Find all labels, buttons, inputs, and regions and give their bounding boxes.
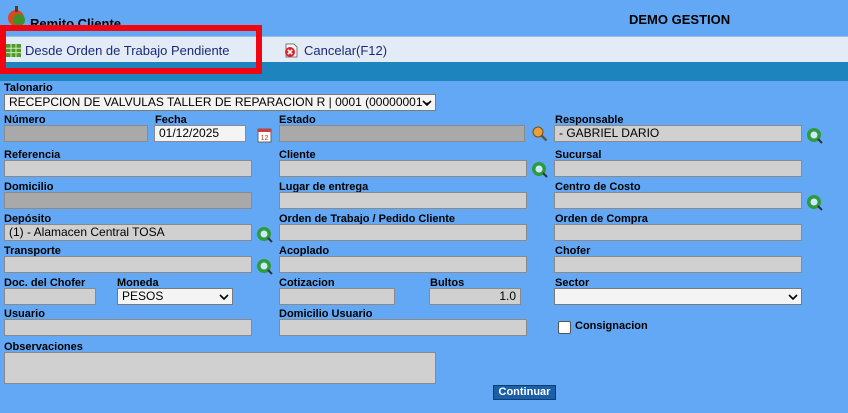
lugar-entrega-field[interactable] (279, 192, 527, 209)
app-title: Remito Cliente (30, 16, 122, 31)
sucursal-field[interactable] (554, 160, 802, 177)
chofer-field[interactable] (554, 256, 802, 273)
domicilio-usuario-field[interactable] (279, 319, 527, 336)
grid-icon (6, 43, 21, 57)
app-logo-icon (8, 6, 25, 26)
estado-field (279, 125, 525, 142)
deposito-lookup-icon[interactable] (256, 225, 274, 243)
orden-compra-field[interactable] (554, 224, 802, 241)
cancel-button[interactable]: Cancelar(F12) (283, 41, 387, 59)
sector-select[interactable] (554, 288, 802, 305)
status-search-icon[interactable] (531, 125, 549, 143)
moneda-select[interactable]: PESOS (117, 288, 233, 305)
deposito-field[interactable]: (1) - Alamacen Central TOSA (4, 224, 252, 241)
from-pending-work-order-button[interactable]: Desde Orden de Trabajo Pendiente (6, 41, 230, 59)
consignacion-checkbox[interactable] (558, 321, 571, 334)
responsable-field[interactable]: - GABRIEL DARIO (554, 125, 802, 142)
chevron-down-icon (219, 294, 229, 301)
responsable-lookup-icon[interactable] (806, 126, 824, 144)
centro-costo-field[interactable] (554, 192, 802, 209)
cotizacion-field[interactable] (279, 288, 395, 305)
domicilio-field (4, 192, 252, 209)
chevron-down-icon (788, 294, 798, 301)
talonario-select[interactable]: RECEPCION DE VALVULAS TALLER DE REPARACI… (4, 94, 436, 111)
referencia-field[interactable] (4, 160, 252, 177)
cancel-label: Cancelar(F12) (304, 42, 388, 58)
cliente-field[interactable] (279, 160, 527, 177)
usuario-field[interactable] (4, 319, 252, 336)
numero-field (4, 125, 148, 142)
continue-button[interactable]: Continuar (493, 385, 556, 400)
observaciones-textarea[interactable] (4, 352, 436, 384)
company-name: DEMO GESTION (629, 12, 731, 27)
calendar-icon[interactable]: 12 (256, 126, 274, 144)
bultos-field[interactable]: 1.0 (429, 288, 521, 305)
consignacion-label: Consignacion (575, 320, 648, 332)
from-pending-work-order-label: Desde Orden de Trabajo Pendiente (25, 42, 230, 58)
transporte-field[interactable] (4, 256, 252, 273)
svg-text:12: 12 (261, 135, 269, 142)
centro-costo-lookup-icon[interactable] (806, 193, 824, 211)
doc-chofer-field[interactable] (4, 288, 96, 305)
toolbar: Desde Orden de Trabajo Pendiente Cancela… (0, 36, 848, 62)
top-bar: Remito Cliente DEMO GESTION (0, 0, 848, 36)
acoplado-field[interactable] (279, 256, 527, 273)
moneda-value: PESOS (122, 289, 164, 303)
cliente-lookup-icon[interactable] (531, 160, 549, 178)
fecha-field[interactable]: 01/12/2025 (154, 125, 246, 142)
talonario-value: RECEPCION DE VALVULAS TALLER DE REPARACI… (9, 95, 430, 109)
transporte-lookup-icon[interactable] (256, 257, 274, 275)
talonario-label: Talonario (4, 82, 53, 94)
orden-trabajo-field[interactable] (279, 224, 527, 241)
cancel-icon (285, 43, 298, 57)
chevron-down-icon (422, 100, 432, 107)
section-header-band (0, 62, 848, 81)
